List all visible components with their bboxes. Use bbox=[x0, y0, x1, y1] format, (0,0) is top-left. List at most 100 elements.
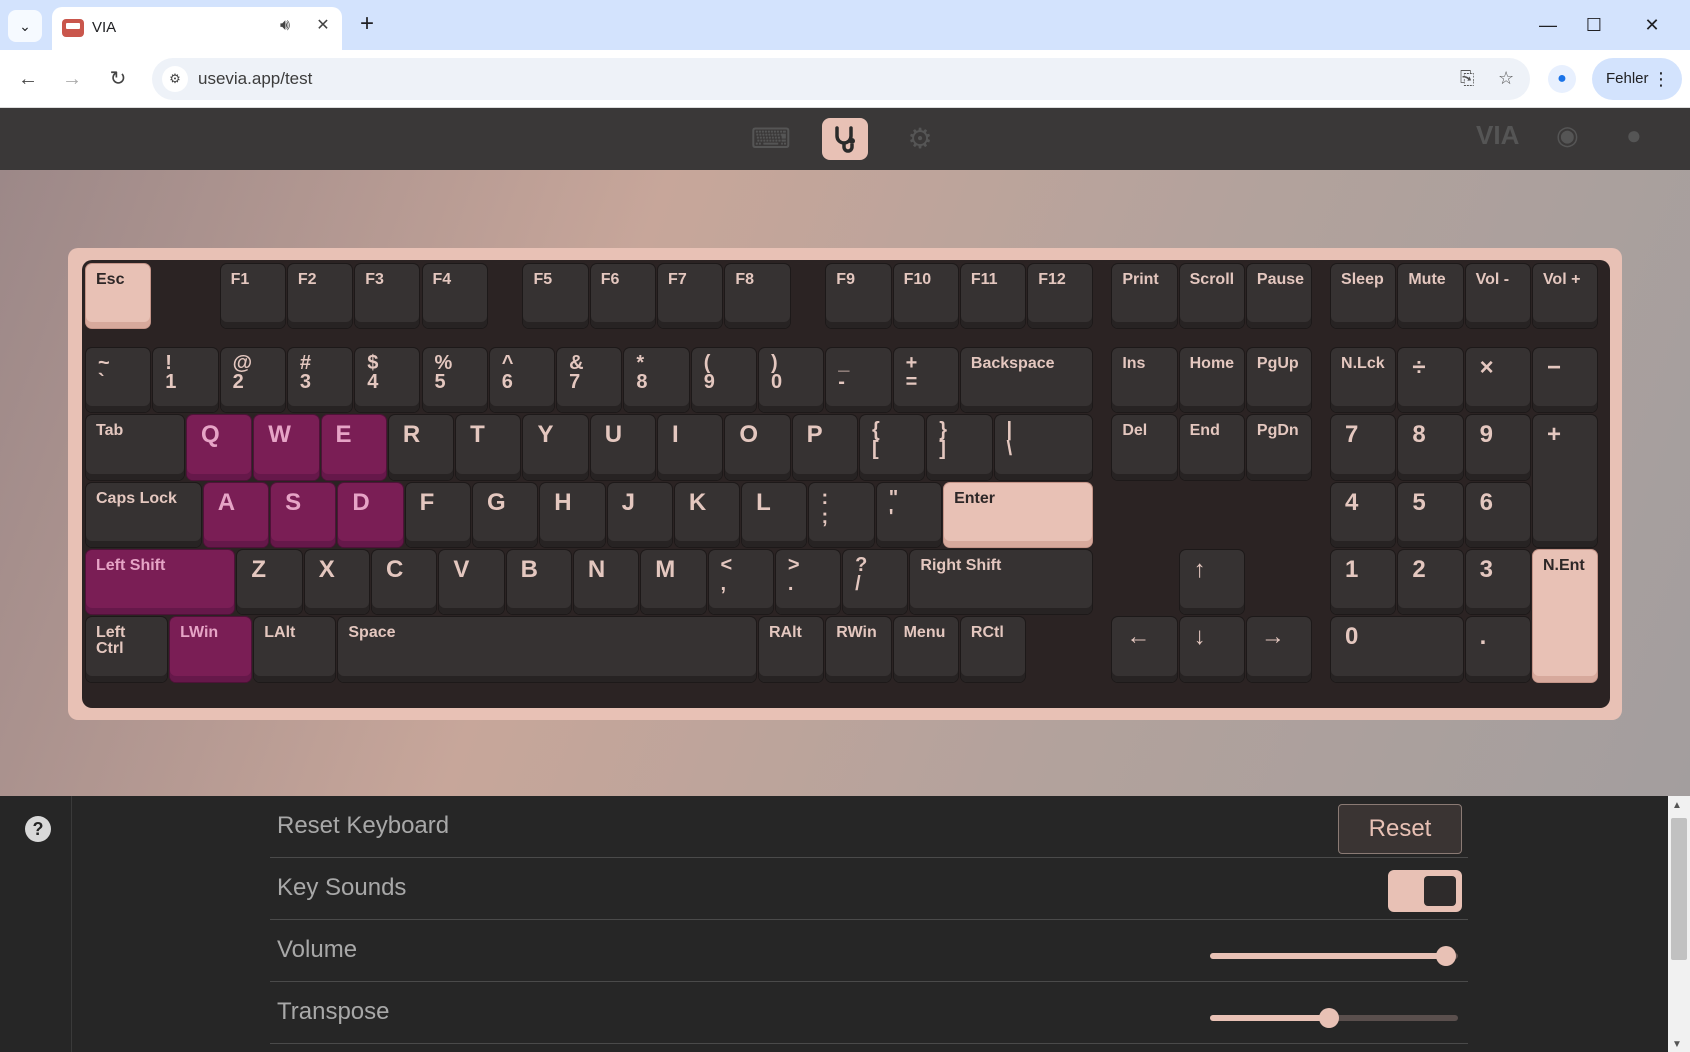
key-rwin[interactable]: RWin bbox=[826, 617, 891, 682]
via-logo[interactable]: VIA bbox=[1476, 120, 1519, 151]
key-tester-stethoscope-icon[interactable] bbox=[822, 118, 868, 160]
scrollbar-thumb[interactable] bbox=[1671, 818, 1687, 960]
key-menu[interactable]: Menu bbox=[893, 617, 958, 682]
key-home[interactable]: Home bbox=[1179, 348, 1244, 413]
discord-icon[interactable]: ◉ bbox=[1556, 120, 1579, 151]
key->-.[interactable]: > . bbox=[775, 550, 841, 615]
key-q[interactable]: Q bbox=[186, 415, 252, 480]
maximize-window-icon[interactable]: ☐ bbox=[1574, 10, 1614, 40]
key-m[interactable]: M bbox=[641, 550, 706, 615]
key-tab[interactable]: Tab bbox=[86, 415, 184, 480]
key-f6[interactable]: F6 bbox=[590, 264, 656, 329]
close-window-icon[interactable]: ✕ bbox=[1632, 10, 1672, 40]
keyboard-configure-icon[interactable]: ⌨ bbox=[748, 118, 794, 160]
site-settings-icon[interactable]: ⚙ bbox=[162, 66, 188, 92]
forward-arrow-icon[interactable]: → bbox=[56, 63, 88, 95]
key-−[interactable]: − bbox=[1532, 348, 1598, 413]
key-end[interactable]: End bbox=[1179, 415, 1244, 480]
scroll-up-icon[interactable]: ▲ bbox=[1672, 800, 1682, 811]
key-del[interactable]: Del bbox=[1112, 415, 1177, 480]
key-f11[interactable]: F11 bbox=[960, 264, 1026, 329]
key-f2[interactable]: F2 bbox=[287, 264, 353, 329]
address-bar[interactable]: ⚙ usevia.app/test ⎘ ☆ bbox=[152, 58, 1530, 100]
key-n.lck[interactable]: N.Lck bbox=[1331, 348, 1396, 413]
close-tab-icon[interactable]: ✕ bbox=[312, 15, 334, 37]
key-3[interactable]: 3 bbox=[1465, 550, 1530, 615]
key-*-8[interactable]: * 8 bbox=[624, 348, 689, 413]
key-sounds-toggle[interactable] bbox=[1388, 870, 1462, 912]
key-z[interactable]: Z bbox=[237, 550, 302, 615]
bookmark-star-icon[interactable]: ☆ bbox=[1498, 68, 1514, 89]
key-8[interactable]: 8 bbox=[1398, 415, 1463, 480]
browser-tab-via[interactable]: VIA 🔊︎ ✕ bbox=[52, 7, 342, 50]
key-w[interactable]: W bbox=[254, 415, 319, 480]
back-arrow-icon[interactable]: ← bbox=[12, 63, 44, 95]
key-f3[interactable]: F3 bbox=[355, 264, 420, 329]
key-f4[interactable]: F4 bbox=[422, 264, 487, 329]
key-pgup[interactable]: PgUp bbox=[1246, 348, 1312, 413]
key-h[interactable]: H bbox=[540, 482, 605, 548]
key-4[interactable]: 4 bbox=[1331, 482, 1396, 548]
key-s[interactable]: S bbox=[271, 482, 336, 548]
reload-icon[interactable]: ↻ bbox=[102, 63, 134, 95]
key-f1[interactable]: F1 bbox=[220, 264, 285, 329]
key-$-4[interactable]: $ 4 bbox=[355, 348, 420, 413]
key-k[interactable]: K bbox=[674, 482, 740, 548]
key-print[interactable]: Print bbox=[1112, 264, 1177, 329]
profile-error-button[interactable]: Fehler ⋮ bbox=[1592, 58, 1682, 100]
more-menu-icon[interactable]: ⋮ bbox=[1652, 58, 1670, 100]
key-vol-+[interactable]: Vol + bbox=[1532, 264, 1598, 329]
key-n.ent[interactable]: N.Ent bbox=[1532, 550, 1598, 682]
scroll-down-icon[interactable]: ▼ bbox=[1672, 1039, 1682, 1050]
key-^-6[interactable]: ^ 6 bbox=[489, 348, 555, 413]
profile-avatar-icon[interactable]: ● bbox=[1548, 65, 1576, 93]
key-#-3[interactable]: # 3 bbox=[287, 348, 353, 413]
url-text[interactable]: usevia.app/test bbox=[198, 69, 312, 89]
speaker-icon[interactable]: 🔊︎ bbox=[280, 17, 290, 35]
key-esc[interactable]: Esc bbox=[86, 264, 151, 329]
key-pause[interactable]: Pause bbox=[1246, 264, 1312, 329]
key-t[interactable]: T bbox=[456, 415, 521, 480]
key-×[interactable]: × bbox=[1465, 348, 1530, 413]
key-left-shift[interactable]: Left Shift bbox=[86, 550, 235, 615]
key-"-'[interactable]: " ' bbox=[876, 482, 942, 548]
key-b[interactable]: B bbox=[506, 550, 571, 615]
key-backspace[interactable]: Backspace bbox=[960, 348, 1093, 413]
key-ins[interactable]: Ins bbox=[1112, 348, 1177, 413]
settings-gear-icon[interactable]: ⚙ bbox=[897, 118, 943, 160]
key-j[interactable]: J bbox=[607, 482, 672, 548]
key-6[interactable]: 6 bbox=[1465, 482, 1530, 548]
key-i[interactable]: I bbox=[658, 415, 723, 480]
settings-scrollbar[interactable]: ▲ ▼ bbox=[1668, 796, 1690, 1052]
translate-icon[interactable]: ⎘ bbox=[1460, 68, 1474, 89]
key-+-=[interactable]: + = bbox=[893, 348, 958, 413]
key-rctl[interactable]: RCtl bbox=[960, 617, 1026, 682]
volume-slider[interactable] bbox=[1210, 946, 1458, 966]
key-right-shift[interactable]: Right Shift bbox=[910, 550, 1093, 615]
key-2[interactable]: 2 bbox=[1398, 550, 1463, 615]
key-~-`[interactable]: ~ ` bbox=[86, 348, 151, 413]
key-f9[interactable]: F9 bbox=[826, 264, 891, 329]
key-vol--[interactable]: Vol - bbox=[1465, 264, 1530, 329]
key-&-7[interactable]: & 7 bbox=[557, 348, 622, 413]
key-→[interactable]: → bbox=[1246, 617, 1312, 682]
transpose-slider[interactable] bbox=[1210, 1008, 1458, 1028]
key-!-1[interactable]: ! 1 bbox=[153, 348, 218, 413]
key-↓[interactable]: ↓ bbox=[1179, 617, 1244, 682]
key-f8[interactable]: F8 bbox=[725, 264, 790, 329]
key-g[interactable]: G bbox=[472, 482, 538, 548]
key-9[interactable]: 9 bbox=[1465, 415, 1530, 480]
key-f10[interactable]: F10 bbox=[893, 264, 958, 329]
key-+[interactable]: + bbox=[1532, 415, 1598, 548]
key-)-0[interactable]: ) 0 bbox=[759, 348, 824, 413]
key-n[interactable]: N bbox=[573, 550, 639, 615]
key-space[interactable]: Space bbox=[338, 617, 756, 682]
key-÷[interactable]: ÷ bbox=[1398, 348, 1463, 413]
key-←[interactable]: ← bbox=[1112, 617, 1177, 682]
key-?-/[interactable]: ? / bbox=[843, 550, 908, 615]
reset-button[interactable]: Reset bbox=[1338, 804, 1462, 854]
key-f5[interactable]: F5 bbox=[523, 264, 588, 329]
key-1[interactable]: 1 bbox=[1331, 550, 1396, 615]
key-_--[interactable]: _ - bbox=[826, 348, 891, 413]
key-f12[interactable]: F12 bbox=[1028, 264, 1093, 329]
